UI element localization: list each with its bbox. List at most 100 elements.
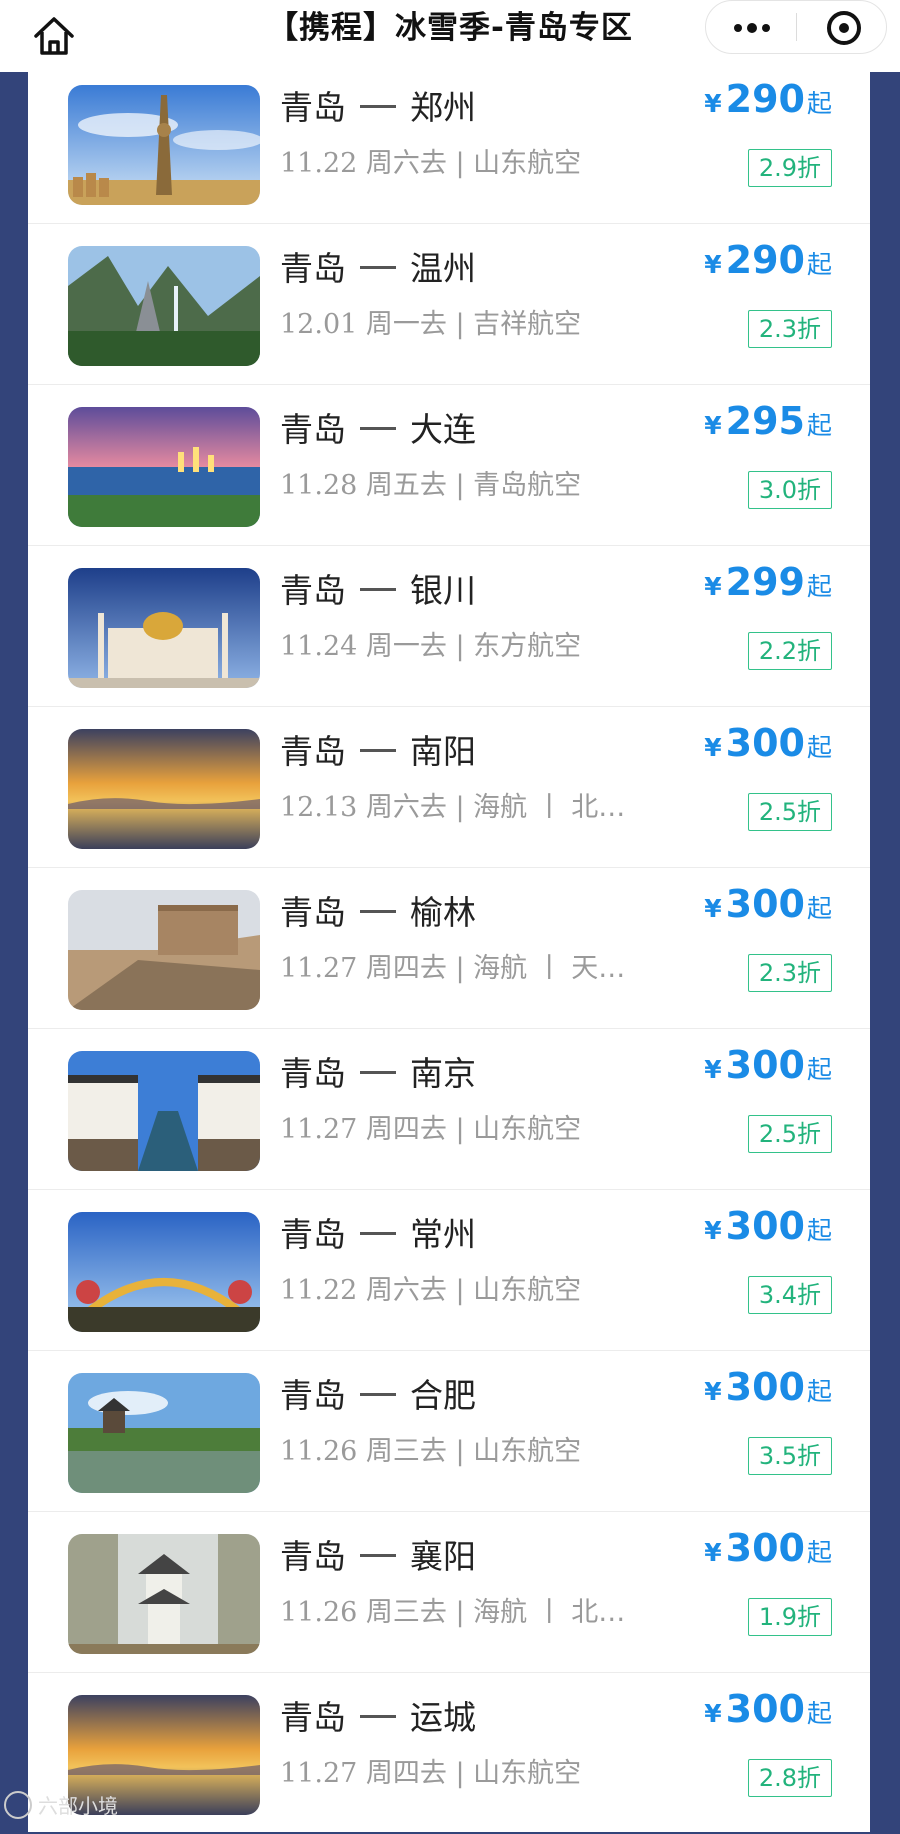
route-destination: 运城 [410,1698,476,1737]
route-dash [360,1232,396,1235]
discount-badge: 2.5折 [747,1115,832,1153]
flight-item[interactable]: 青岛 温州 12.01 周一去 | 吉祥航空 ¥290起 2.3折 [28,223,870,385]
flight-list: 青岛 郑州 11.22 周六去 | 山东航空 ¥290起 2.9折 青岛 温州 12… [28,62,870,1834]
route-origin: 青岛 [280,249,346,288]
currency-symbol: ¥ [704,894,722,923]
route-title: 青岛 郑州 [280,81,476,129]
route-destination: 榆林 [410,893,476,932]
more-icon [762,24,770,32]
route-dash [360,427,396,430]
price-value: 290 [725,77,805,121]
discount-badge: 3.5折 [747,1437,832,1475]
price: ¥300起 [704,1687,832,1731]
flight-item[interactable]: 青岛 银川 11.24 周一去 | 东方航空 ¥299起 2.2折 [28,545,870,707]
price-value: 300 [725,721,805,765]
route-origin: 青岛 [280,88,346,127]
currency-symbol: ¥ [704,1055,722,1084]
price-suffix: 起 [806,1055,832,1084]
discount-badge: 2.3折 [747,310,832,348]
discount-badge: 1.9折 [747,1598,832,1636]
route-origin: 青岛 [280,1537,346,1576]
flight-meta: 11.26 周三去 | 山东航空 [280,1429,640,1468]
route-title: 青岛 榆林 [280,886,476,934]
top-bar: 【携程】冰雪季-青岛专区 [0,0,900,72]
close-button[interactable] [797,1,886,53]
route-origin: 青岛 [280,1054,346,1093]
route-destination: 襄阳 [410,1537,476,1576]
flight-item[interactable]: 青岛 郑州 11.22 周六去 | 山东航空 ¥290起 2.9折 [28,62,870,224]
destination-thumbnail [68,246,260,366]
route-dash [360,266,396,269]
flight-item[interactable]: 青岛 常州 11.22 周六去 | 山东航空 ¥300起 3.4折 [28,1189,870,1351]
flight-item[interactable]: 青岛 大连 11.28 周五去 | 青岛航空 ¥295起 3.0折 [28,384,870,546]
destination-thumbnail [68,1051,260,1171]
flight-meta: 12.13 周六去 | 海航 丨 北… [280,785,640,824]
mini-program-capsule [705,0,887,54]
more-button[interactable] [706,1,796,53]
price-value: 300 [725,1043,805,1087]
price-value: 295 [725,399,805,443]
currency-symbol: ¥ [704,1216,722,1245]
flight-item[interactable]: 青岛 南阳 12.13 周六去 | 海航 丨 北… ¥300起 2.5折 [28,706,870,868]
route-title: 青岛 南京 [280,1047,476,1095]
route-origin: 青岛 [280,732,346,771]
flight-meta: 11.26 周三去 | 海航 丨 北… [280,1590,640,1629]
price: ¥300起 [704,1365,832,1409]
price-suffix: 起 [806,733,832,762]
currency-symbol: ¥ [704,1377,722,1406]
route-title: 青岛 大连 [280,403,476,451]
route-title: 青岛 合肥 [280,1369,476,1417]
flight-info: 周四去 | 山东航空 [357,1114,582,1145]
price: ¥290起 [704,77,832,121]
flight-date: 12.01 [280,309,358,340]
destination-thumbnail [68,407,260,527]
price: ¥290起 [704,238,832,282]
flight-info: 周四去 | 海航 丨 天… [357,953,626,984]
price-suffix: 起 [806,572,832,601]
flight-item[interactable]: 青岛 运城 11.27 周四去 | 山东航空 ¥300起 2.8折 [28,1672,870,1834]
route-destination: 银川 [410,571,476,610]
flight-meta: 11.28 周五去 | 青岛航空 [280,463,640,502]
flight-item[interactable]: 青岛 南京 11.27 周四去 | 山东航空 ¥300起 2.5折 [28,1028,870,1190]
more-icon [734,24,742,32]
discount-badge: 2.9折 [747,149,832,187]
destination-thumbnail [68,729,260,849]
price-value: 300 [725,882,805,926]
route-destination: 南阳 [410,732,476,771]
discount-badge: 2.5折 [747,793,832,831]
route-destination: 大连 [410,410,476,449]
discount-badge: 2.2折 [747,632,832,670]
route-dash [360,1393,396,1396]
flight-date: 11.26 [280,1597,358,1628]
more-icon [747,23,757,33]
price-suffix: 起 [806,89,832,118]
route-destination: 南京 [410,1054,476,1093]
flight-item[interactable]: 青岛 襄阳 11.26 周三去 | 海航 丨 北… ¥300起 1.9折 [28,1511,870,1673]
flight-date: 11.26 [280,1436,358,1467]
watermark-icon [4,1790,32,1819]
price-suffix: 起 [806,411,832,440]
route-destination: 常州 [410,1215,476,1254]
price: ¥300起 [704,1043,832,1087]
flight-date: 11.27 [280,953,358,984]
route-dash [360,1071,396,1074]
flight-info: 周四去 | 山东航空 [357,1758,582,1789]
flight-info: 周一去 | 吉祥航空 [357,309,582,340]
discount-badge: 2.8折 [747,1759,832,1797]
currency-symbol: ¥ [704,1538,722,1567]
price-suffix: 起 [806,1699,832,1728]
currency-symbol: ¥ [704,733,722,762]
destination-thumbnail [68,1534,260,1654]
route-origin: 青岛 [280,1698,346,1737]
flight-meta: 11.27 周四去 | 海航 丨 天… [280,946,640,985]
price-value: 300 [725,1526,805,1570]
price: ¥295起 [704,399,832,443]
price-suffix: 起 [806,1377,832,1406]
flight-item[interactable]: 青岛 合肥 11.26 周三去 | 山东航空 ¥300起 3.5折 [28,1350,870,1512]
price-value: 299 [725,560,805,604]
flight-item[interactable]: 青岛 榆林 11.27 周四去 | 海航 丨 天… ¥300起 2.3折 [28,867,870,1029]
price: ¥300起 [704,721,832,765]
flight-date: 12.13 [280,792,358,823]
currency-symbol: ¥ [704,411,722,440]
route-title: 青岛 南阳 [280,725,476,773]
